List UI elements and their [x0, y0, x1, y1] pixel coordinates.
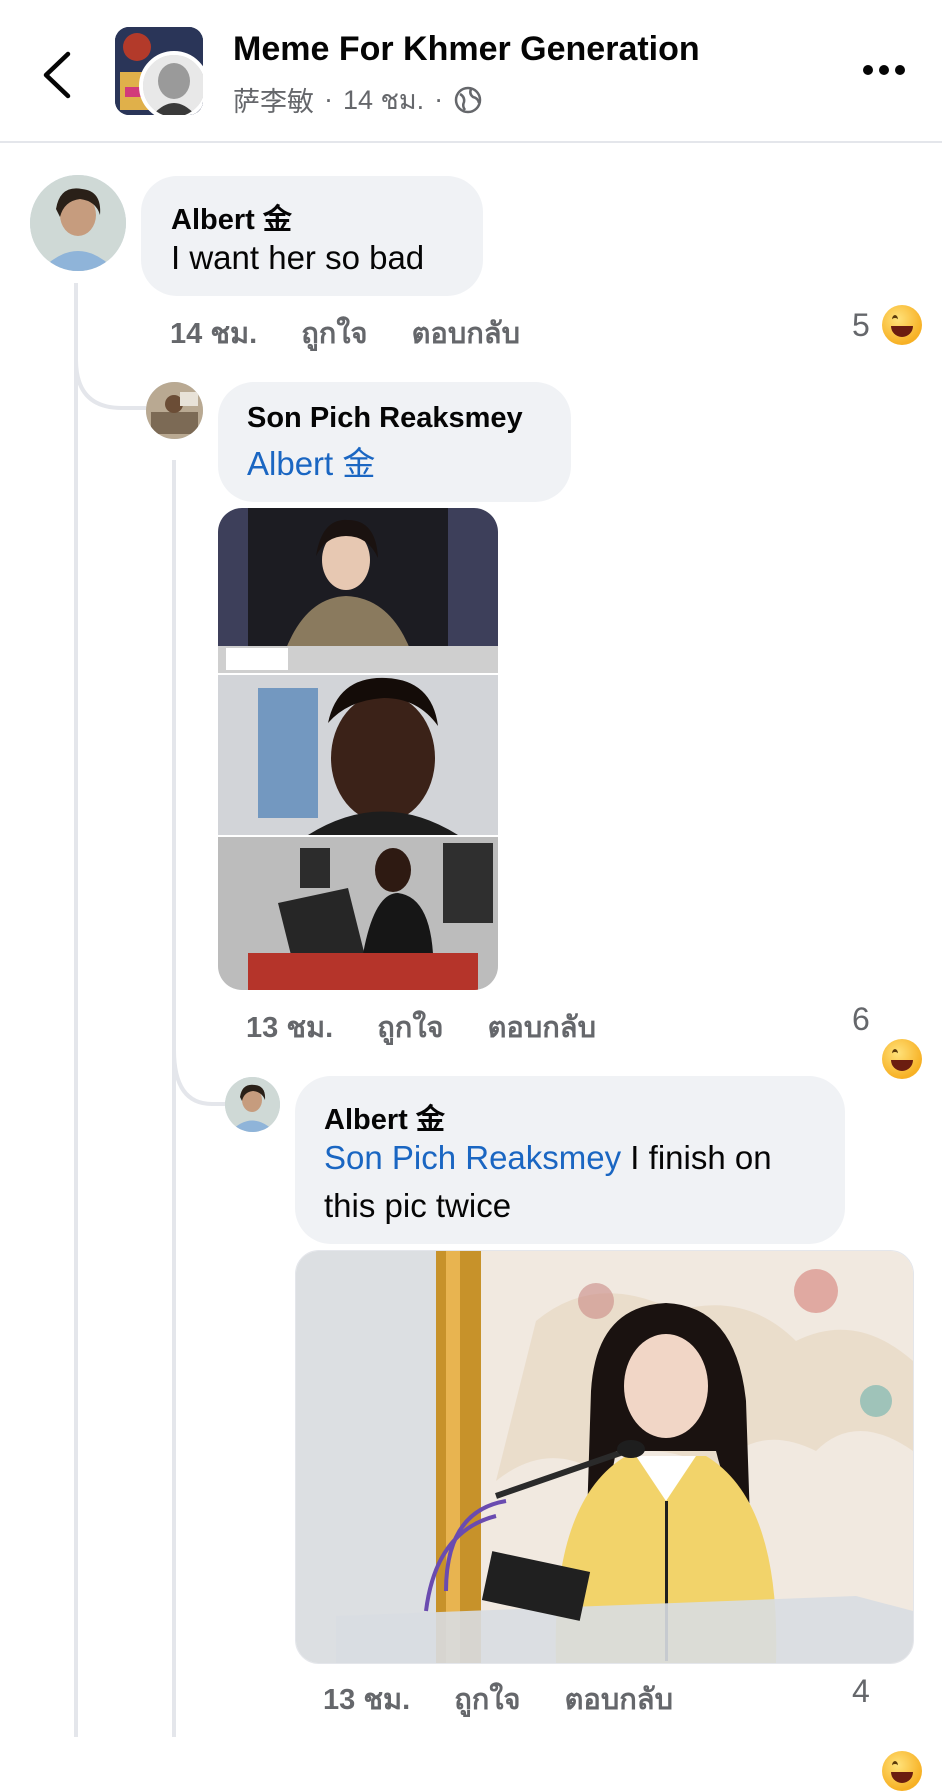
- comment-bubble: Son Pich Reaksmey Albert 金: [218, 382, 571, 502]
- haha-icon[interactable]: [882, 1751, 922, 1791]
- more-options-icon[interactable]: [860, 60, 908, 80]
- group-name[interactable]: Meme For Khmer Generation: [233, 30, 700, 69]
- comment-photo[interactable]: [295, 1250, 914, 1664]
- post-time[interactable]: 14 ชม.: [343, 78, 424, 121]
- comment-bubble: Albert 金 Son Pich Reaksmey I finish on t…: [295, 1076, 845, 1244]
- comment-text-part: I finish on: [621, 1139, 772, 1176]
- comment-author[interactable]: Albert 金: [324, 1096, 445, 1138]
- comment-time[interactable]: 13 ชม.: [246, 1012, 333, 1044]
- like-button[interactable]: ถูกใจ: [301, 318, 367, 350]
- like-button[interactable]: ถูกใจ: [377, 1012, 443, 1044]
- comment-photo[interactable]: [218, 508, 498, 990]
- avatar[interactable]: [30, 175, 126, 271]
- comment-text-line2: this pic twice: [324, 1187, 512, 1224]
- comment-actions: 13 ชม. ถูกใจ ตอบกลับ: [246, 1004, 632, 1050]
- reaction-count[interactable]: 4: [852, 1673, 870, 1710]
- reply-button[interactable]: ตอบกลับ: [412, 318, 520, 350]
- haha-icon[interactable]: [882, 1039, 922, 1079]
- reply-button[interactable]: ตอบกลับ: [488, 1012, 596, 1044]
- meta-separator: ·: [324, 84, 333, 114]
- comment-bubble: Albert 金 I want her so bad: [141, 176, 483, 296]
- meta-separator: ·: [434, 84, 444, 114]
- comment-mention[interactable]: Albert 金: [247, 440, 375, 488]
- comment-time[interactable]: 14 ชม.: [170, 318, 257, 350]
- haha-icon[interactable]: [882, 305, 922, 345]
- thread-connector: [172, 1050, 230, 1106]
- back-arrow-icon[interactable]: [38, 50, 78, 100]
- post-meta: 萨李敏 · 14 ชม. ·: [233, 78, 483, 121]
- comment-text: I want her so bad: [171, 239, 425, 276]
- avatar[interactable]: [225, 1077, 280, 1132]
- globe-icon: [454, 86, 482, 113]
- comment-author[interactable]: Albert 金: [171, 196, 292, 238]
- comment-actions: 14 ชม. ถูกใจ ตอบกลับ: [170, 310, 556, 356]
- like-button[interactable]: ถูกใจ: [454, 1684, 520, 1716]
- comment-text: Son Pich Reaksmey I finish on: [324, 1134, 772, 1182]
- group-avatar[interactable]: [115, 27, 203, 115]
- comment-time[interactable]: 13 ชม.: [323, 1684, 410, 1716]
- comment-actions: 13 ชม. ถูกใจ ตอบกลับ: [323, 1676, 709, 1722]
- reaction-count[interactable]: 5: [852, 307, 870, 344]
- thread-line: [74, 283, 78, 1737]
- comment-mention[interactable]: Son Pich Reaksmey: [324, 1139, 621, 1176]
- thread-connector: [74, 360, 146, 410]
- comment-author[interactable]: Son Pich Reaksmey: [247, 402, 523, 435]
- reply-button[interactable]: ตอบกลับ: [565, 1684, 673, 1716]
- avatar[interactable]: [146, 382, 203, 439]
- reaction-count[interactable]: 6: [852, 1001, 870, 1038]
- poster-name[interactable]: 萨李敏: [233, 80, 314, 119]
- post-header: Meme For Khmer Generation 萨李敏 · 14 ชม. ·: [0, 0, 942, 143]
